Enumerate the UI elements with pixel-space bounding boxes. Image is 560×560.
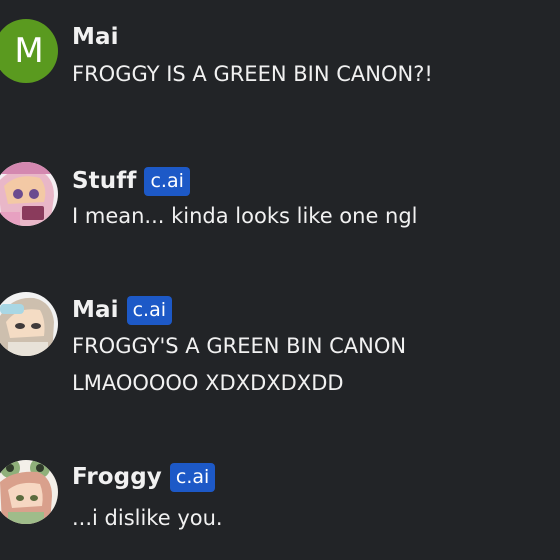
character-avatar-image [0,162,58,226]
author-name[interactable]: Mai [72,297,119,323]
message-text: ...i dislike you. [72,506,223,530]
author-name[interactable]: Mai [72,24,119,50]
author-row: Mai [72,22,119,52]
message-text: FROGGY IS A GREEN BIN CANON?! [72,62,433,86]
character-avatar-image [0,460,58,524]
avatar[interactable] [0,292,58,356]
author-row: Stuff c.ai [72,166,190,196]
message-text: FROGGY'S A GREEN BIN CANON LMAOOOOO XDXD… [72,334,407,395]
author-row: Mai c.ai [72,295,173,325]
cai-badge: c.ai [144,166,190,196]
cai-badge: c.ai [126,295,173,325]
author-row: Froggy c.ai [72,462,216,492]
message-text: I mean... kinda looks like one ngl [72,204,418,228]
avatar[interactable]: M [0,19,58,83]
author-name[interactable]: Stuff [72,168,136,194]
author-name[interactable]: Froggy [72,464,162,490]
avatar[interactable] [0,460,58,524]
cai-badge: c.ai [169,462,216,492]
avatar[interactable] [0,162,58,226]
character-avatar-image [0,292,58,356]
